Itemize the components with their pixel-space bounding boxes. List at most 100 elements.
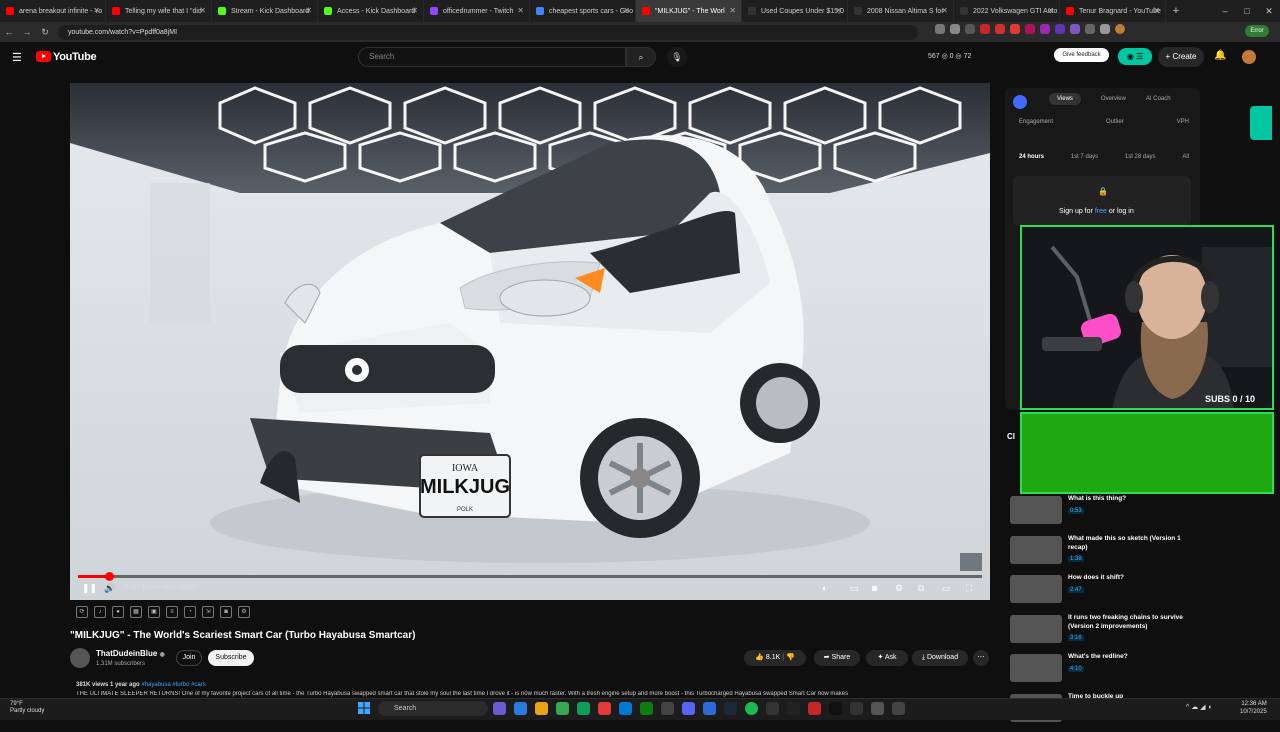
system-tray[interactable]: ^ ☁ ◢ ◖: [1186, 703, 1212, 711]
chapter-time[interactable]: 1:38: [1068, 555, 1084, 562]
close-tab-icon[interactable]: ✕: [1047, 6, 1054, 15]
hashtags[interactable]: #hayabusa #turbo #cars: [141, 682, 205, 688]
app-icon[interactable]: [787, 702, 800, 715]
weather-widget[interactable]: 79°F Partly cloudy: [10, 701, 44, 715]
loop-icon[interactable]: ⟳: [76, 606, 88, 618]
audio-icon[interactable]: ♪: [94, 606, 106, 618]
camera-icon[interactable]: ◙: [220, 606, 232, 618]
chapter-title[interactable]: How does it shift?: [1068, 573, 1200, 582]
browser-tab[interactable]: arena breakout infinite - Yo ✕: [0, 0, 106, 22]
url-field[interactable]: youtube.com/watch?v=Ppdff0a8jMI: [58, 24, 918, 40]
chapter-item[interactable]: It runs two freaking chains to survive (…: [1010, 613, 1200, 653]
back-icon[interactable]: ←: [0, 27, 18, 37]
discord-icon[interactable]: [682, 702, 695, 715]
chapter-item[interactable]: What made this so sketch (Version 1 reca…: [1010, 534, 1200, 574]
extension-button[interactable]: ◉ ☰: [1118, 48, 1152, 65]
browser-tab[interactable]: Access - Kick Dashboard ✕: [318, 0, 424, 22]
ask-button[interactable]: ✦ Ask: [866, 650, 908, 666]
forward-icon[interactable]: →: [18, 27, 36, 37]
app-icon[interactable]: [514, 702, 527, 715]
screenshot-icon[interactable]: ◙: [872, 583, 877, 593]
export-icon[interactable]: ⇲: [202, 606, 214, 618]
voice-search-icon[interactable]: 🎙: [667, 47, 687, 67]
chrome-icon[interactable]: [556, 702, 569, 715]
youtube-logo-icon[interactable]: [36, 51, 51, 62]
browser-tab[interactable]: Stream - Kick Dashboard ✕: [212, 0, 318, 22]
browser-tab[interactable]: Used Coupes Under $15,0 ✕: [742, 0, 848, 22]
app-icon[interactable]: [850, 702, 863, 715]
file-explorer-icon[interactable]: [535, 702, 548, 715]
captions-icon[interactable]: ▭: [850, 583, 859, 594]
extension-icon[interactable]: [995, 24, 1005, 34]
extension-icon[interactable]: [1055, 24, 1065, 34]
search-button[interactable]: ⌕: [626, 47, 656, 67]
close-tab-icon[interactable]: ✕: [1153, 6, 1160, 15]
minimize-button[interactable]: –: [1214, 0, 1236, 22]
gear-icon[interactable]: ⚙: [238, 606, 250, 618]
hamburger-menu-icon[interactable]: ☰: [12, 51, 22, 64]
subscribe-button[interactable]: Subscribe: [208, 650, 254, 666]
app-icon[interactable]: [598, 702, 611, 715]
calendar-icon[interactable]: ▦: [130, 606, 142, 618]
chapter-thumbnail[interactable]: [1010, 614, 1062, 643]
like-dislike-group[interactable]: 👍 8.1K | 👎: [744, 650, 806, 666]
download-button[interactable]: ⤓ Download: [912, 650, 968, 666]
close-tab-icon[interactable]: ✕: [411, 6, 418, 15]
chapter-title[interactable]: It runs two freaking chains to survive (…: [1068, 613, 1200, 631]
chapter-title[interactable]: What's the redline?: [1068, 652, 1200, 661]
crop-icon[interactable]: ▣: [148, 606, 160, 618]
description-text[interactable]: THE ULTIMATE SLEEPER RETURNS! One of my …: [76, 691, 976, 697]
browser-tab[interactable]: officedrummer - Twitch ✕: [424, 0, 530, 22]
account-avatar[interactable]: [1242, 50, 1256, 64]
volume-icon[interactable]: 🔊: [104, 583, 115, 594]
record-icon[interactable]: ●: [112, 606, 124, 618]
profile-icon[interactable]: [1115, 24, 1125, 34]
fullscreen-icon[interactable]: ⛶: [966, 583, 972, 594]
signup-suffix[interactable]: or log in: [1107, 208, 1134, 215]
taskbar-clock[interactable]: 12:36 AM 10/7/2025: [1240, 700, 1267, 716]
close-tab-icon[interactable]: ✕: [199, 6, 206, 15]
tab-ai-coach[interactable]: AI Coach: [1146, 96, 1171, 105]
chapter-item[interactable]: What's the redline? 4:10: [1010, 652, 1200, 692]
app-icon[interactable]: [829, 702, 842, 715]
channel-name[interactable]: ThatDudeinBlue ◉: [96, 649, 165, 658]
search-input[interactable]: Search: [358, 47, 626, 67]
reload-icon[interactable]: ↻: [36, 27, 54, 38]
app-icon[interactable]: [871, 702, 884, 715]
range-28d[interactable]: 1st 28 days: [1125, 154, 1156, 160]
chapter-time[interactable]: 3:16: [1068, 634, 1084, 641]
chapter-time[interactable]: 2:47: [1068, 587, 1084, 594]
close-tab-icon[interactable]: ✕: [729, 6, 736, 15]
close-tab-icon[interactable]: ✕: [623, 6, 630, 15]
chapter-title[interactable]: What made this so sketch (Version 1 reca…: [1068, 534, 1200, 552]
extension-icon[interactable]: [1070, 24, 1080, 34]
description-meta[interactable]: 381K views 1 year ago #hayabusa #turbo #…: [76, 682, 206, 688]
more-actions-icon[interactable]: ⋯: [973, 650, 989, 666]
create-button[interactable]: + Create: [1158, 47, 1204, 67]
video-player[interactable]: IOWA MILKJUG POLK: [70, 83, 990, 600]
signup-free-link[interactable]: free: [1095, 208, 1107, 215]
chapter-thumbnail[interactable]: [1010, 535, 1062, 564]
steam-icon[interactable]: [724, 702, 737, 715]
close-tab-icon[interactable]: ✕: [835, 6, 842, 15]
speed-icon[interactable]: ◔: [184, 606, 196, 618]
autoplay-toggle[interactable]: ◐: [822, 583, 827, 593]
chapter-title[interactable]: What is this thing?: [1068, 494, 1200, 503]
close-tab-icon[interactable]: ✕: [941, 6, 948, 15]
join-button[interactable]: Join: [176, 650, 202, 666]
tab-views[interactable]: Views: [1049, 93, 1081, 105]
pause-icon[interactable]: ❚❚: [82, 583, 97, 594]
browser-tab[interactable]: Telling my wife that I "did ✕: [106, 0, 212, 22]
new-tab-button[interactable]: +: [1166, 5, 1186, 17]
notifications-bell-icon[interactable]: 🔔: [1214, 50, 1226, 61]
range-7d[interactable]: 1st 7 days: [1071, 154, 1098, 160]
chapter-label[interactable]: • HOLY MOLY ›: [158, 585, 199, 591]
taskbar-search[interactable]: Search: [378, 701, 488, 716]
extension-icon[interactable]: [980, 24, 990, 34]
spotify-icon[interactable]: [745, 702, 758, 715]
scrubber-handle[interactable]: [104, 572, 114, 581]
close-window-button[interactable]: ✕: [1258, 0, 1280, 22]
stack-icon[interactable]: ≡: [166, 606, 178, 618]
give-feedback-button[interactable]: Give feedback: [1054, 48, 1109, 62]
chapter-thumbnail[interactable]: [1010, 496, 1062, 524]
